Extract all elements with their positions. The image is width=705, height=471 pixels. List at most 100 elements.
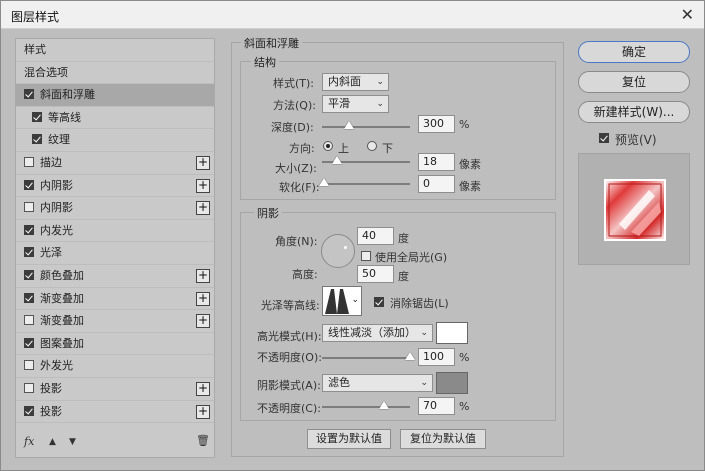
- highlight-mode-value: 线性减淡（添加）: [328, 326, 416, 339]
- style-item[interactable]: 内发光: [16, 220, 214, 243]
- style-item[interactable]: 颜色叠加 +: [16, 265, 214, 288]
- direction-down-label[interactable]: 下: [382, 140, 393, 156]
- style-item[interactable]: 内阴影 +: [16, 175, 214, 198]
- styles-list: 样式 混合选项 斜面和浮雕 等高线 纹理 描边 + 内阴影 + 内阴影 + 内发光 光泽 颜色叠加 + 渐变叠…: [16, 39, 214, 424]
- ok-button[interactable]: 确定: [578, 41, 690, 63]
- style-item-label: 颜色叠加: [40, 268, 84, 282]
- direction-up-radio[interactable]: [323, 141, 333, 151]
- style-select[interactable]: 内斜面 ⌄: [322, 73, 389, 91]
- depth-slider-thumb[interactable]: [344, 121, 354, 129]
- style-item[interactable]: 样式: [16, 39, 214, 62]
- style-item-checkbox[interactable]: [32, 134, 42, 145]
- fx-icon[interactable]: fx: [24, 435, 34, 448]
- new-style-button[interactable]: 新建样式(W)...: [578, 101, 690, 123]
- shadow-opacity-label: 不透明度(C):: [257, 402, 321, 415]
- shadow-opacity-unit: %: [459, 400, 470, 413]
- title-bar: 图层样式 ✕: [1, 1, 704, 29]
- add-effect-icon[interactable]: +: [196, 381, 210, 396]
- highlight-mode-select[interactable]: 线性减淡（添加） ⌄: [322, 324, 433, 342]
- direction-down-radio[interactable]: [367, 141, 377, 151]
- style-item-checkbox[interactable]: [32, 111, 42, 122]
- style-item-label: 等高线: [48, 110, 81, 124]
- style-item-checkbox[interactable]: [24, 202, 34, 213]
- add-effect-icon[interactable]: +: [196, 291, 210, 306]
- trash-icon[interactable]: 🗑: [196, 434, 210, 447]
- style-item[interactable]: 内阴影 +: [16, 197, 214, 220]
- style-item[interactable]: 光泽: [16, 242, 214, 265]
- add-effect-icon[interactable]: +: [196, 404, 210, 419]
- highlight-opacity-thumb[interactable]: [405, 352, 415, 360]
- style-item[interactable]: 纹理: [16, 129, 214, 152]
- style-item-label: 斜面和浮雕: [40, 88, 95, 102]
- style-item-checkbox[interactable]: [24, 315, 34, 326]
- soften-slider[interactable]: [322, 183, 410, 185]
- style-preview: [578, 153, 690, 265]
- style-item[interactable]: 渐变叠加 +: [16, 288, 214, 311]
- style-item-checkbox[interactable]: [24, 337, 34, 348]
- preview-checkbox[interactable]: [599, 133, 609, 143]
- style-item[interactable]: 图案叠加: [16, 333, 214, 356]
- gloss-contour-picker[interactable]: ⌄: [322, 286, 362, 316]
- reset-button[interactable]: 复位: [578, 71, 690, 93]
- move-down-icon[interactable]: ▼: [69, 437, 76, 447]
- make-default-button[interactable]: 设置为默认值: [307, 429, 391, 449]
- size-slider-thumb[interactable]: [332, 156, 342, 164]
- style-item[interactable]: 渐变叠加 +: [16, 310, 214, 333]
- preview-label[interactable]: 预览(V): [615, 131, 657, 148]
- style-item[interactable]: 斜面和浮雕: [16, 84, 214, 107]
- depth-slider[interactable]: [322, 126, 410, 128]
- style-item-checkbox[interactable]: [24, 405, 34, 416]
- style-item-checkbox[interactable]: [24, 224, 34, 235]
- global-light-label[interactable]: 使用全局光(G): [375, 249, 447, 265]
- method-select[interactable]: 平滑 ⌄: [322, 95, 389, 113]
- style-item[interactable]: 描边 +: [16, 152, 214, 175]
- style-item-checkbox[interactable]: [24, 89, 34, 100]
- soften-input[interactable]: 0: [418, 175, 455, 193]
- style-item-label: 光泽: [40, 246, 62, 260]
- style-item[interactable]: 投影 +: [16, 401, 214, 424]
- direction-up-label[interactable]: 上: [338, 140, 349, 156]
- close-icon[interactable]: ✕: [681, 5, 694, 24]
- altitude-input[interactable]: 50: [357, 265, 394, 283]
- antialias-label[interactable]: 消除锯齿(L): [390, 295, 449, 311]
- soften-slider-thumb[interactable]: [319, 178, 329, 186]
- style-item[interactable]: 混合选项: [16, 62, 214, 85]
- styles-list-panel: 样式 混合选项 斜面和浮雕 等高线 纹理 描边 + 内阴影 + 内阴影 + 内发光 光泽 颜色叠加 + 渐变叠…: [15, 38, 215, 458]
- shadow-color-swatch[interactable]: [436, 372, 468, 394]
- style-item-checkbox[interactable]: [24, 179, 34, 190]
- style-item-label: 内阴影: [40, 178, 73, 192]
- style-item[interactable]: 等高线: [16, 107, 214, 130]
- add-effect-icon[interactable]: +: [196, 201, 210, 216]
- structure-title: 结构: [251, 54, 279, 70]
- depth-input[interactable]: 300: [418, 115, 455, 133]
- shadow-opacity-slider[interactable]: [322, 406, 410, 408]
- shadow-opacity-input[interactable]: 70: [418, 397, 455, 415]
- shadow-opacity-thumb[interactable]: [379, 401, 389, 409]
- style-item-checkbox[interactable]: [24, 269, 34, 280]
- highlight-opacity-input[interactable]: 100: [418, 348, 455, 366]
- style-item-checkbox[interactable]: [24, 156, 34, 167]
- antialias-checkbox[interactable]: [374, 297, 384, 307]
- add-effect-icon[interactable]: +: [196, 314, 210, 329]
- move-up-icon[interactable]: ▲: [49, 437, 56, 447]
- style-item-checkbox[interactable]: [24, 292, 34, 303]
- reset-default-button[interactable]: 复位为默认值: [400, 429, 486, 449]
- style-item[interactable]: 外发光: [16, 355, 214, 378]
- style-item-checkbox[interactable]: [24, 382, 34, 393]
- add-effect-icon[interactable]: +: [196, 178, 210, 193]
- style-item-label: 内阴影: [40, 201, 73, 215]
- style-item-label: 投影: [40, 404, 62, 418]
- shadow-mode-select[interactable]: 滤色 ⌄: [322, 374, 433, 392]
- highlight-color-swatch[interactable]: [436, 322, 468, 344]
- angle-input[interactable]: 40: [357, 227, 394, 245]
- angle-dial[interactable]: [321, 234, 355, 268]
- style-item-checkbox[interactable]: [24, 247, 34, 258]
- style-item[interactable]: 投影 +: [16, 378, 214, 401]
- size-input[interactable]: 18: [418, 153, 455, 171]
- style-item-checkbox[interactable]: [24, 360, 34, 371]
- highlight-opacity-slider[interactable]: [322, 357, 410, 359]
- global-light-checkbox[interactable]: [361, 251, 371, 261]
- soften-label: 软化(F):: [279, 181, 320, 194]
- add-effect-icon[interactable]: +: [196, 155, 210, 170]
- add-effect-icon[interactable]: +: [196, 268, 210, 283]
